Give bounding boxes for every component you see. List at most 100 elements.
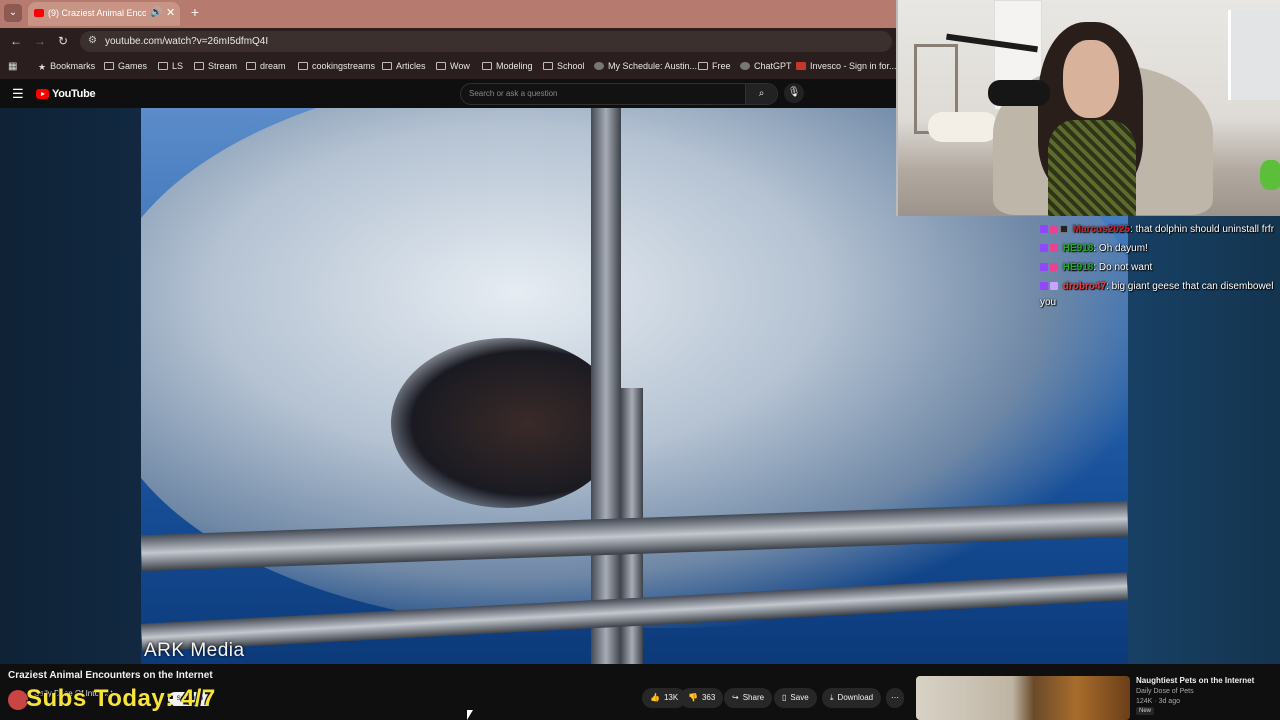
bookmark-item[interactable]: Modeling xyxy=(482,61,533,71)
address-bar[interactable]: ⚙ youtube.com/watch?v=26mI5dfmQ4I xyxy=(80,31,892,52)
cat-tunnel-image xyxy=(928,112,998,142)
more-icon[interactable]: ⋯ xyxy=(886,688,904,708)
forward-arrow-icon[interactable]: → xyxy=(34,34,46,48)
menu-icon[interactable]: ☰ xyxy=(12,86,24,102)
cage-bar xyxy=(591,108,621,664)
window-image xyxy=(1228,10,1280,100)
youtube-logo-icon[interactable] xyxy=(36,89,49,99)
recommendation-channel[interactable]: Daily Dose of Pets xyxy=(1136,688,1194,695)
streamer-face-image xyxy=(1063,40,1119,118)
save-button[interactable]: ▯ Save xyxy=(774,688,817,708)
webcam-overlay xyxy=(896,0,1280,216)
url-text: youtube.com/watch?v=26mI5dfmQ4I xyxy=(105,36,269,47)
badge-icon xyxy=(1040,282,1048,290)
download-icon: ⤓ xyxy=(830,693,834,702)
bookmark-item[interactable]: Stream xyxy=(194,61,237,71)
bookmark-item[interactable]: LS xyxy=(158,61,183,71)
video-info-bar: Craziest Animal Encounters on the Intern… xyxy=(0,664,1280,720)
badge-icon xyxy=(1040,244,1048,252)
search-input[interactable]: Search or ask a question ⌕ xyxy=(460,83,778,105)
recommendation-thumbnail[interactable] xyxy=(916,676,1130,720)
folder-icon xyxy=(482,62,492,70)
badge-icon xyxy=(1050,282,1058,290)
chatgpt-icon xyxy=(740,62,750,70)
apps-grid-icon[interactable]: ▦ xyxy=(8,61,17,72)
plant-image xyxy=(1260,160,1280,190)
chat-message: Marcus2025: that dolphin should uninstal… xyxy=(1040,222,1276,238)
chat-username: HE918 xyxy=(1062,243,1094,254)
chat-message: HE918: Oh dayum! xyxy=(1040,241,1276,257)
chat-username: drobro47 xyxy=(1062,281,1107,292)
chat-text: : that dolphin should uninstall frfr xyxy=(1130,224,1275,235)
bookmark-item[interactable]: dream xyxy=(246,61,286,71)
badge-icon xyxy=(1050,225,1058,233)
bookmark-item[interactable]: Free xyxy=(698,61,731,71)
recommendation-meta: 124K · 3d ago xyxy=(1136,698,1180,705)
search-placeholder: Search or ask a question xyxy=(469,89,558,98)
bookmark-item[interactable]: My Schedule: Austin... xyxy=(594,61,697,71)
chat-overlay: Marcus2025: that dolphin should uninstal… xyxy=(1040,212,1276,314)
address-toolbar: ← → ↻ ⚙ youtube.com/watch?v=26mI5dfmQ4I xyxy=(0,28,896,55)
recommendation-title[interactable]: Naughtiest Pets on the Internet xyxy=(1136,676,1254,685)
chat-text: : Do not want xyxy=(1093,262,1153,273)
site-info-icon[interactable]: ⚙ xyxy=(88,35,97,46)
badge-icon xyxy=(1040,225,1048,233)
bookmark-item[interactable]: Invesco - Sign in for... xyxy=(796,61,897,71)
bookmarks-bar: ▦ ★ Bookmarks Games LS Stream dream cooki… xyxy=(0,55,897,79)
folder-icon xyxy=(246,62,256,70)
chat-message: drobro47: big giant geese that can disem… xyxy=(1040,279,1276,311)
bookmark-icon: ▯ xyxy=(782,693,787,702)
badge-icon xyxy=(1060,225,1068,233)
back-arrow-icon[interactable]: ← xyxy=(10,34,22,48)
channel-avatar[interactable] xyxy=(8,690,28,710)
youtube-logo-text[interactable]: YouTube xyxy=(52,88,96,100)
chat-text: : Oh dayum! xyxy=(1093,243,1148,254)
folder-icon xyxy=(543,62,553,70)
folder-icon xyxy=(382,62,392,70)
new-tab-button[interactable]: + xyxy=(186,4,204,22)
thumbs-up-icon: 👍 xyxy=(650,693,660,702)
reload-icon[interactable]: ↻ xyxy=(58,34,68,48)
youtube-favicon-icon xyxy=(34,9,44,17)
subs-today-overlay: Subs Today: 4/7 xyxy=(26,685,216,712)
chat-message-cut xyxy=(1040,212,1276,220)
bookmark-item[interactable]: Articles xyxy=(382,61,426,71)
badge-icon xyxy=(1040,263,1048,271)
search-icon[interactable]: ⌕ xyxy=(745,84,777,104)
bookmark-item[interactable]: School xyxy=(543,61,585,71)
folder-icon xyxy=(698,62,708,70)
chat-username: HE918 xyxy=(1062,262,1094,273)
shark-mouth-image xyxy=(391,338,621,508)
share-icon: ↪ xyxy=(732,693,739,702)
folder-icon xyxy=(158,62,168,70)
bookmark-item[interactable]: Games xyxy=(104,61,147,71)
invesco-icon xyxy=(796,62,806,70)
share-button[interactable]: ↪ Share xyxy=(724,688,773,708)
bookmark-item[interactable]: cookingstreams xyxy=(298,61,375,71)
tab-title: (9) Craziest Animal Encounters on the In… xyxy=(48,8,146,18)
new-badge: New xyxy=(1136,707,1155,715)
video-watermark: ARK Media xyxy=(144,640,245,661)
bookmark-item[interactable]: ★ Bookmarks xyxy=(38,61,95,73)
close-icon[interactable]: ✕ xyxy=(166,6,175,19)
speaker-icon[interactable]: 🔊 xyxy=(150,7,162,18)
microphone-icon[interactable]: 🎙 xyxy=(784,83,804,103)
chat-message: HE918: Do not want xyxy=(1040,260,1276,276)
badge-icon xyxy=(1050,263,1058,271)
folder-icon xyxy=(104,62,114,70)
tab-search-button[interactable]: ⌄ xyxy=(4,4,22,22)
dislike-button[interactable]: 👎 363 xyxy=(680,688,724,708)
folder-icon xyxy=(436,62,446,70)
star-icon: ★ xyxy=(38,62,47,72)
site-icon xyxy=(594,62,604,70)
browser-tab[interactable]: (9) Craziest Animal Encounters on the In… xyxy=(28,2,180,26)
thumbs-down-icon: 👎 xyxy=(688,693,698,702)
folder-icon xyxy=(298,62,308,70)
bookmark-item[interactable]: ChatGPT xyxy=(740,61,792,71)
chat-username: Marcus2025 xyxy=(1072,224,1131,235)
streamer-body-image xyxy=(1048,120,1136,216)
microphone-image xyxy=(988,80,1050,106)
download-button[interactable]: ⤓ Download xyxy=(822,688,882,708)
bookmark-item[interactable]: Wow xyxy=(436,61,470,71)
video-title: Craziest Animal Encounters on the Intern… xyxy=(8,670,213,681)
